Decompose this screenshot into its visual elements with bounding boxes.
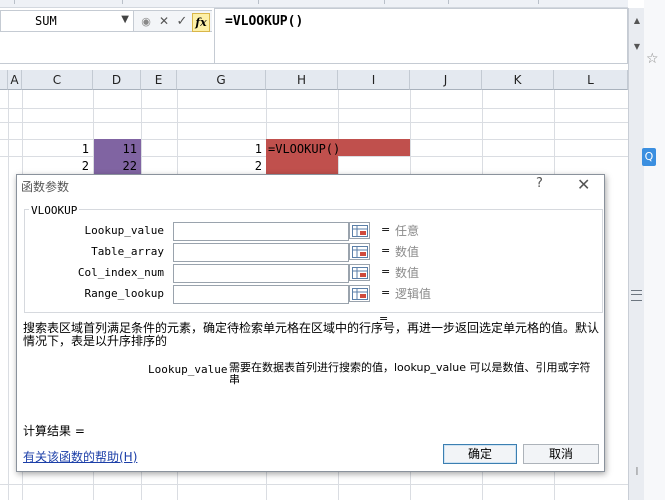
arg-label-range-lookup: Range_lookup xyxy=(84,287,164,300)
ok-button[interactable]: 确定 xyxy=(443,444,517,464)
cell-c1[interactable]: 1 xyxy=(22,142,89,156)
range-select-icon[interactable] xyxy=(349,264,370,281)
arg-equals: = xyxy=(381,223,391,236)
ribbon-divider xyxy=(384,0,385,4)
column-header-e[interactable]: E xyxy=(141,70,177,90)
param-description: 需要在数据表首列进行搜索的值，lookup_value 可以是数值、引用或字符串 xyxy=(229,361,591,386)
lookup-value-input[interactable] xyxy=(173,222,349,241)
arg-result-lookup-value: 任意 xyxy=(395,224,420,238)
grid-line xyxy=(0,484,628,485)
column-header-l[interactable]: L xyxy=(554,70,628,90)
cancel-button[interactable]: 取消 xyxy=(523,444,599,464)
search-badge-icon[interactable]: Q xyxy=(642,148,656,166)
split-handle-icon[interactable] xyxy=(631,290,642,301)
name-box[interactable]: SUM ▼ xyxy=(0,10,134,32)
range-select-icon[interactable] xyxy=(349,285,370,302)
arg-equals: = xyxy=(381,265,391,278)
arg-result-col-index-num: 数值 xyxy=(395,266,420,280)
insert-function-button[interactable]: fx xyxy=(192,13,210,32)
cancel-entry-button[interactable]: ✕ xyxy=(156,13,172,30)
ribbon-divider xyxy=(258,0,259,4)
column-header-a[interactable]: A xyxy=(8,70,22,90)
cell-h1-formula[interactable]: =VLOOKUP() xyxy=(268,142,340,156)
cell-c2[interactable]: 2 xyxy=(22,159,89,173)
arg-result-table-array: 数值 xyxy=(395,245,420,259)
window-edge xyxy=(644,0,665,500)
arg-label-col-index-num: Col_index_num xyxy=(77,266,164,279)
grid-line xyxy=(0,122,628,123)
column-header-i[interactable]: I xyxy=(338,70,410,90)
enter-button[interactable]: ✓ xyxy=(174,13,190,30)
column-header-k[interactable]: K xyxy=(482,70,554,90)
vertical-scrollbar[interactable]: ▲ ▼ | xyxy=(628,8,644,500)
arg-label-lookup-value: Lookup_value xyxy=(84,224,164,237)
column-header-h[interactable]: H xyxy=(266,70,338,90)
red-range-row2 xyxy=(266,156,338,175)
split-handle-line xyxy=(631,294,642,295)
chevron-down-icon[interactable]: ▼ xyxy=(121,14,129,25)
function-description: 搜索表区域首列满足条件的元素，确定待检索单元格在区域中的行序号，再进一步返回选定… xyxy=(23,321,600,348)
scroll-up-icon[interactable]: ▲ xyxy=(630,14,644,28)
arg-equals: = xyxy=(381,286,391,299)
dialog-title: 函数参数 xyxy=(21,180,70,194)
grid-line xyxy=(0,108,628,109)
formula-input[interactable]: =VLOOKUP() xyxy=(214,8,628,64)
name-box-value: SUM xyxy=(35,14,57,28)
function-arguments-dialog: 函数参数 ? ✕ VLOOKUP Lookup_value = 任意 Table… xyxy=(16,174,605,472)
formula-text: =VLOOKUP() xyxy=(225,14,304,29)
arg-result-range-lookup: 逻辑值 xyxy=(395,287,432,301)
formula-bar-blank xyxy=(0,32,214,64)
range-select-icon[interactable] xyxy=(349,243,370,260)
column-header-g[interactable]: G xyxy=(177,70,266,90)
ribbon-edge xyxy=(0,0,628,8)
column-header-j[interactable]: J xyxy=(410,70,482,90)
cell-g2[interactable]: 2 xyxy=(177,159,262,173)
function-help-link[interactable]: 有关该函数的帮助(H) xyxy=(23,448,137,465)
column-header-c[interactable]: C xyxy=(22,70,93,90)
param-name: Lookup_value xyxy=(148,363,228,376)
formula-bar-buttons: ◉ ✕ ✓ fx xyxy=(134,10,212,32)
cell-g1[interactable]: 1 xyxy=(177,142,262,156)
ribbon-divider xyxy=(14,0,15,4)
scroll-down-icon[interactable]: | xyxy=(630,464,644,478)
arg-equals: = xyxy=(381,244,391,257)
column-header-d[interactable]: D xyxy=(93,70,141,90)
ribbon-divider xyxy=(122,0,123,4)
help-icon[interactable]: ? xyxy=(536,176,543,191)
close-icon[interactable]: ✕ xyxy=(577,175,590,194)
table-array-input[interactable] xyxy=(173,243,349,262)
star-icon[interactable]: ☆ xyxy=(646,51,659,67)
collapse-icon[interactable]: ◉ xyxy=(138,13,154,30)
cell-d2[interactable]: 22 xyxy=(94,159,137,173)
ribbon-divider xyxy=(448,0,449,4)
arg-label-table-array: Table_array xyxy=(91,245,164,258)
function-name: VLOOKUP xyxy=(29,204,80,217)
scroll-down-icon[interactable]: ▼ xyxy=(630,40,644,54)
cell-d1[interactable]: 11 xyxy=(94,142,137,156)
range-lookup-input[interactable] xyxy=(173,285,349,304)
col-index-num-input[interactable] xyxy=(173,264,349,283)
grid-line xyxy=(8,90,9,500)
range-select-icon[interactable] xyxy=(349,222,370,239)
calc-result: 计算结果 = xyxy=(23,424,85,438)
select-all-corner[interactable] xyxy=(0,70,8,90)
ribbon-divider xyxy=(538,0,539,4)
